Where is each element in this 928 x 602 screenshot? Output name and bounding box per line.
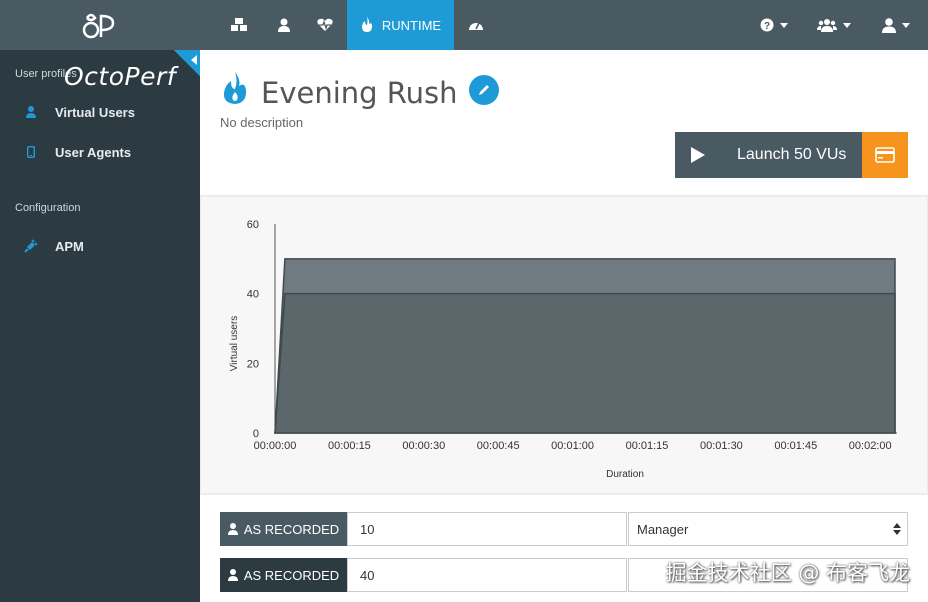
x-tick-label: 00:00:30	[402, 440, 445, 452]
watermark: 掘金技术社区 @ 布客飞龙	[665, 561, 910, 585]
user-select[interactable]: Manager	[628, 512, 908, 546]
account-menu[interactable]	[876, 0, 916, 50]
nav-heartbeat-icon[interactable]	[310, 0, 340, 50]
pencil-icon	[479, 85, 489, 95]
vu-count-input[interactable]: 40	[347, 558, 627, 592]
tab-runtime[interactable]: RUNTIME	[347, 0, 454, 50]
y-axis-label: Virtual users	[229, 316, 240, 371]
sidebar	[0, 50, 200, 602]
vu-row: AS RECORDED 10 Manager	[220, 512, 908, 546]
x-tick-label: 00:01:45	[774, 440, 817, 452]
runtime-flame-icon	[221, 72, 249, 111]
x-tick-label: 00:00:00	[254, 440, 297, 452]
help-icon: ?	[760, 18, 774, 32]
play-icon	[691, 147, 705, 163]
launch-button[interactable]: Launch 50 VUs	[675, 132, 862, 178]
chevron-down-icon	[843, 22, 851, 28]
y-tick-label: 20	[247, 358, 259, 370]
brand-name: OctoPerf	[64, 62, 177, 91]
edit-title-button[interactable]	[469, 75, 499, 105]
vu-chart-container: 0 20 40 60 00:00:00 00:00:15 00:00:30 00:00:45 0…	[201, 197, 927, 493]
profile-label: AS RECORDED	[243, 567, 340, 583]
area-series-1	[274, 292, 896, 434]
sidebar-item-label: APM	[55, 238, 84, 254]
vu-chart: 0 20 40 60 00:00:00 00:00:15 00:00:30 00:00:45 0…	[229, 219, 897, 480]
x-tick-label: 00:02:00	[849, 440, 892, 452]
sidebar-section-title: Configuration	[15, 202, 81, 214]
sidebar-item-apm[interactable]: APM	[0, 231, 200, 261]
chevron-down-icon	[902, 22, 910, 28]
team-menu[interactable]	[814, 0, 854, 50]
tab-runtime-label: RUNTIME	[381, 17, 442, 33]
user-icon	[0, 106, 55, 118]
team-icon	[817, 19, 837, 32]
nav-dashboard-icon[interactable]	[462, 0, 490, 50]
caret-left-icon	[191, 55, 197, 65]
chevron-down-icon	[780, 22, 788, 28]
plug-icon	[0, 239, 55, 253]
page-title: Evening Rush	[261, 76, 458, 110]
x-axis-label: Duration	[606, 469, 644, 480]
x-tick-label: 00:01:00	[551, 440, 594, 452]
sidebar-item-label: Virtual Users	[55, 104, 135, 120]
profile-button[interactable]: AS RECORDED	[220, 512, 347, 546]
sidebar-item-virtual-users[interactable]: Virtual Users	[0, 97, 200, 127]
profile-label: AS RECORDED	[243, 521, 340, 537]
flame-icon	[361, 17, 372, 32]
x-tick-label: 00:01:30	[700, 440, 743, 452]
octoperf-logo-icon[interactable]	[80, 10, 120, 40]
launch-button-label: Launch 50 VUs	[737, 146, 847, 163]
x-tick-label: 00:01:15	[626, 440, 669, 452]
select-arrows-icon	[893, 523, 901, 535]
user-icon	[227, 569, 238, 581]
sidebar-item-label: User Agents	[55, 144, 132, 160]
svg-text:?: ?	[764, 21, 770, 32]
mobile-icon	[0, 146, 55, 158]
vu-count-input[interactable]: 10	[347, 512, 627, 546]
nav-user-icon[interactable]	[270, 0, 298, 50]
y-tick-label: 0	[253, 428, 259, 440]
y-tick-label: 40	[247, 289, 259, 301]
sidebar-collapse-toggle[interactable]	[174, 50, 200, 76]
y-tick-label: 60	[247, 219, 259, 231]
nav-design-icon[interactable]	[224, 0, 254, 50]
x-tick-label: 00:00:15	[328, 440, 371, 452]
scenario-description: No description	[220, 115, 304, 130]
x-tick-label: 00:00:45	[477, 440, 520, 452]
user-select-value: Manager	[637, 521, 689, 537]
account-icon	[882, 17, 896, 33]
top-navbar: RUNTIME ?	[0, 0, 928, 50]
sidebar-item-user-agents[interactable]: User Agents	[0, 137, 200, 167]
billing-button[interactable]	[862, 132, 908, 178]
profile-button[interactable]: AS RECORDED	[220, 558, 347, 592]
credit-card-icon	[875, 147, 895, 163]
help-menu[interactable]: ?	[756, 0, 792, 50]
user-icon	[227, 523, 238, 535]
